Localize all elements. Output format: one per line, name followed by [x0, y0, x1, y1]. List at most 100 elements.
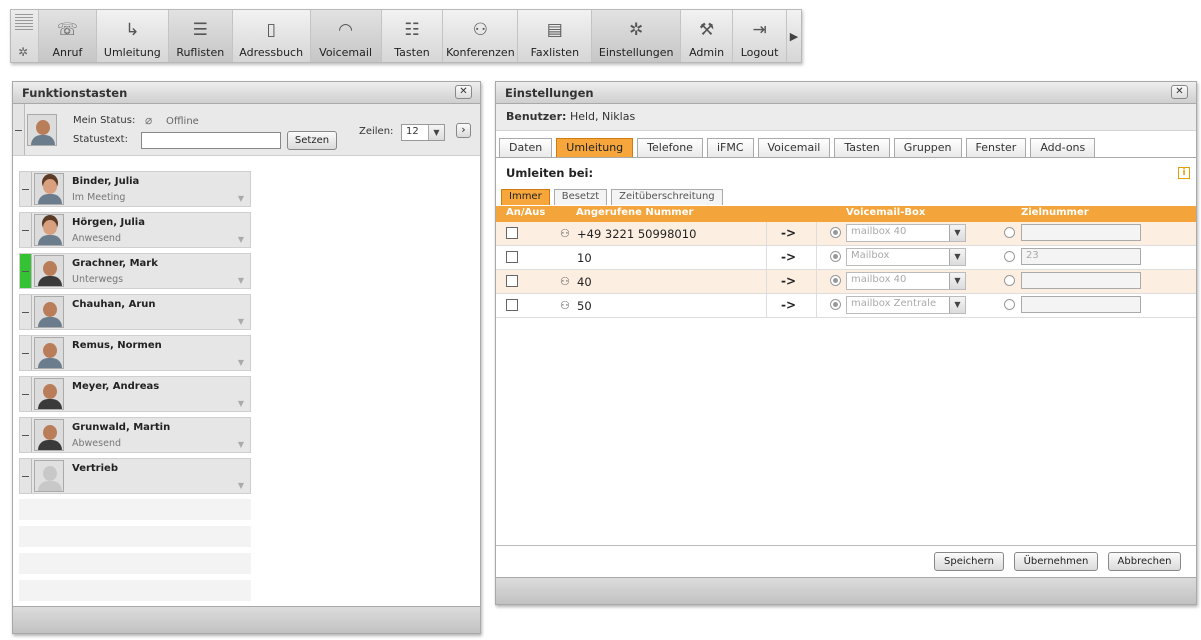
toolbar-konferenzen-button[interactable]: ⚇ Konferenzen: [443, 10, 519, 62]
empty-key-slot[interactable]: [19, 526, 251, 547]
enable-checkbox[interactable]: [506, 275, 518, 287]
target-number-input[interactable]: [1021, 296, 1141, 313]
toolbar-label: Konferenzen: [446, 46, 515, 59]
voicemail-radio[interactable]: [830, 227, 841, 238]
chevron-down-icon[interactable]: ▼: [238, 440, 244, 449]
toolbar-next-arrow-icon[interactable]: ▶: [787, 10, 801, 62]
chevron-down-icon[interactable]: ▼: [238, 481, 244, 490]
toolbar-einstellungen-button[interactable]: ✲ Einstellungen: [592, 10, 682, 62]
chevron-down-icon[interactable]: ▼: [238, 317, 244, 326]
target-radio[interactable]: [1004, 251, 1015, 262]
toolbar-voicemail-button[interactable]: ◠ Voicemail: [310, 10, 382, 62]
einstellungen-panel: Einstellungen ✕ Benutzer: Held, Niklas D…: [495, 81, 1197, 605]
tab-fenster[interactable]: Fenster: [965, 138, 1027, 157]
logout-door-icon: ⇥: [752, 20, 767, 40]
toolbar-settings-icon[interactable]: ✲: [18, 45, 28, 59]
col-voicemail-box: Voicemail-Box: [846, 207, 926, 218]
subtab-zeitueberschreitung[interactable]: Zeitüberschreitung: [611, 189, 723, 205]
contact-name: Binder, Julia: [72, 176, 140, 187]
my-status-row: Mein Status: ⌀ Offline Statustext: Setze…: [13, 104, 480, 156]
user-row: Benutzer: Held, Niklas: [496, 104, 1196, 131]
offline-status-icon: ⌀: [145, 113, 153, 127]
toolbar-ruflisten-button[interactable]: ☰ Ruflisten: [168, 10, 233, 62]
voicemail-select[interactable]: Mailbox ▼: [846, 248, 966, 266]
voicemail-radio[interactable]: [830, 275, 841, 286]
toolbar-grip[interactable]: ✲: [11, 10, 39, 62]
target-radio[interactable]: [1004, 299, 1015, 310]
toolbar-anruf-button[interactable]: ☏ Anruf: [38, 10, 97, 62]
apply-button[interactable]: Übernehmen: [1014, 552, 1098, 571]
contact-card[interactable]: Vertrieb ▼: [19, 458, 251, 494]
tab-voicemail[interactable]: Voicemail: [757, 138, 831, 157]
tab-gruppen[interactable]: Gruppen: [893, 138, 962, 157]
tab-daten[interactable]: Daten: [499, 138, 553, 157]
contact-name: Chauhan, Arun: [72, 299, 156, 310]
panel-header: Funktionstasten ✕: [13, 82, 480, 104]
column-divider: [816, 270, 817, 293]
toolbar-faxlisten-button[interactable]: ▤ Faxlisten: [518, 10, 593, 62]
column-divider: [816, 222, 817, 245]
avatar: [34, 337, 64, 369]
subtab-besetzt[interactable]: Besetzt: [553, 189, 608, 205]
empty-key-slot[interactable]: [19, 580, 251, 601]
target-number-input[interactable]: [1021, 224, 1141, 241]
contact-card[interactable]: Grunwald, Martin Abwesend ▼: [19, 417, 251, 453]
enable-checkbox[interactable]: [506, 227, 518, 239]
contact-card[interactable]: Remus, Normen ▼: [19, 335, 251, 371]
toolbar-logout-button[interactable]: ⇥ Logout: [733, 10, 788, 62]
contact-card[interactable]: Binder, Julia Im Meeting ▼: [19, 171, 251, 207]
voicemail-radio[interactable]: [830, 251, 841, 262]
contact-card[interactable]: Hörgen, Julia Anwesend ▼: [19, 212, 251, 248]
toolbar-adressbuch-button[interactable]: ▯ Adressbuch: [233, 10, 311, 62]
enable-checkbox[interactable]: [506, 251, 518, 263]
chevron-down-icon[interactable]: ▼: [238, 399, 244, 408]
rows-select-value: 12: [406, 126, 419, 137]
target-number-input[interactable]: [1021, 272, 1141, 289]
voicemail-select[interactable]: mailbox 40 ▼: [846, 224, 966, 242]
contact-card[interactable]: Meyer, Andreas ▼: [19, 376, 251, 412]
save-button[interactable]: Speichern: [934, 552, 1004, 571]
target-number-input[interactable]: 23: [1021, 248, 1141, 265]
statustext-input[interactable]: [141, 132, 281, 149]
voicemail-select[interactable]: mailbox 40 ▼: [846, 272, 966, 290]
enable-checkbox[interactable]: [506, 299, 518, 311]
called-number: +49 3221 50998010: [577, 227, 697, 241]
toolbar-admin-button[interactable]: ⚒ Admin: [681, 10, 734, 62]
close-icon[interactable]: ✕: [455, 85, 472, 99]
empty-key-slot[interactable]: [19, 499, 251, 520]
toolbar-label: Einstellungen: [598, 46, 674, 59]
contact-card[interactable]: Grachner, Mark Unterwegs ▼: [19, 253, 251, 289]
next-page-button[interactable]: ›: [456, 123, 471, 138]
toolbar-tasten-button[interactable]: ☷ Tasten: [382, 10, 444, 62]
status-side-marker[interactable]: [13, 104, 25, 155]
col-target-number: Zielnummer: [1021, 207, 1089, 218]
voicemail-radio[interactable]: [830, 299, 841, 310]
set-status-button[interactable]: Setzen: [287, 131, 337, 150]
panel-header: Einstellungen ✕: [496, 82, 1196, 104]
cancel-button[interactable]: Abbrechen: [1108, 552, 1181, 571]
target-radio[interactable]: [1004, 227, 1015, 238]
chevron-down-icon: ▼: [949, 273, 965, 289]
chevron-down-icon[interactable]: ▼: [238, 276, 244, 285]
rows-select[interactable]: 12 ▼: [401, 124, 445, 141]
chevron-down-icon[interactable]: ▼: [238, 235, 244, 244]
target-radio[interactable]: [1004, 275, 1015, 286]
subtab-immer[interactable]: Immer: [501, 189, 550, 205]
chevron-down-icon: ▼: [949, 249, 965, 265]
tab-umleitung[interactable]: Umleitung: [556, 138, 634, 157]
empty-key-slot[interactable]: [19, 553, 251, 574]
contact-card[interactable]: Chauhan, Arun ▼: [19, 294, 251, 330]
voicemail-select[interactable]: mailbox Zentrale ▼: [846, 296, 966, 314]
info-icon[interactable]: i: [1178, 167, 1190, 179]
grip-lines-icon: [15, 14, 33, 32]
tab-ifmc[interactable]: iFMC: [706, 138, 754, 157]
chevron-down-icon[interactable]: ▼: [238, 358, 244, 367]
tab-tasten[interactable]: Tasten: [834, 138, 890, 157]
section-title: Umleiten bei:: [506, 166, 594, 180]
tab-add-ons[interactable]: Add-ons: [1030, 138, 1096, 157]
forward-arrow: ->: [781, 298, 797, 312]
tab-telefone[interactable]: Telefone: [637, 138, 703, 157]
toolbar-umleitung-button[interactable]: ↳ Umleitung: [97, 10, 169, 62]
close-icon[interactable]: ✕: [1171, 85, 1188, 99]
chevron-down-icon[interactable]: ▼: [238, 194, 244, 203]
